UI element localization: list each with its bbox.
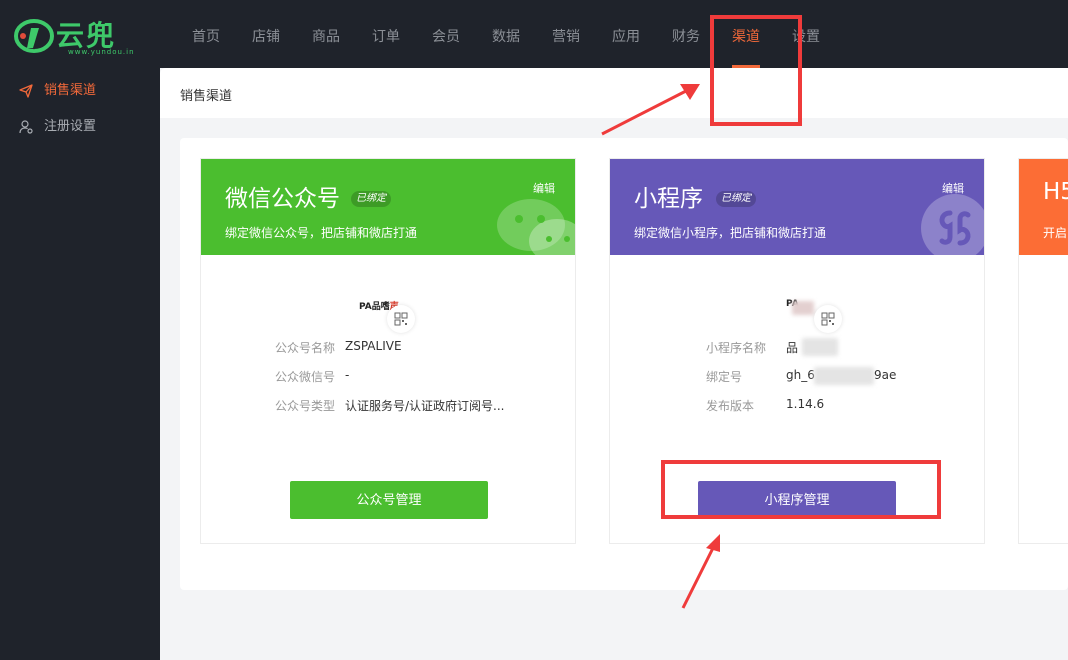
annotation-arrowhead-button xyxy=(706,534,720,552)
annotation-arrow-nav xyxy=(601,89,687,136)
annotation-arrow-button xyxy=(681,545,716,609)
annotation-arrows xyxy=(601,84,720,609)
